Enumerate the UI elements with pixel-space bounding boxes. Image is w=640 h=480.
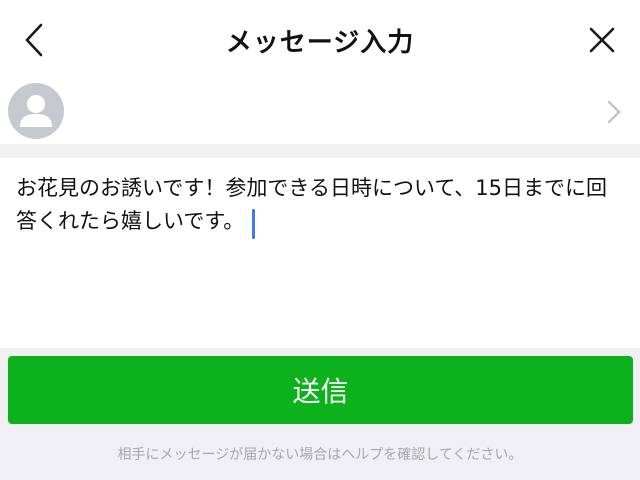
message-input[interactable]: お花見のお誘いです！参加できる日時について、15日までに回答くれたら嬉しいです。 [0, 158, 640, 348]
section-divider [0, 144, 640, 158]
help-note: 相手にメッセージが届かない場合はヘルプを確認してください。 [117, 447, 523, 463]
close-icon [589, 27, 615, 53]
avatar [8, 83, 64, 139]
close-button[interactable] [582, 18, 622, 62]
page-title: メッセージ入力 [225, 28, 415, 58]
default-avatar-icon [20, 95, 52, 127]
message-text: お花見のお誘いです！参加できる日時について、15日までに回答くれたら嬉しいです。 [16, 176, 607, 233]
bottom-area: 送信 相手にメッセージが届かない場合はヘルプを確認してください。 [0, 348, 640, 480]
send-button[interactable]: 送信 [8, 356, 633, 424]
text-caret [252, 208, 256, 239]
recipient-row[interactable] [0, 80, 640, 144]
chevron-right-icon [607, 100, 621, 124]
header-bar: メッセージ入力 [0, 0, 640, 80]
recipient-chevron [606, 100, 622, 124]
